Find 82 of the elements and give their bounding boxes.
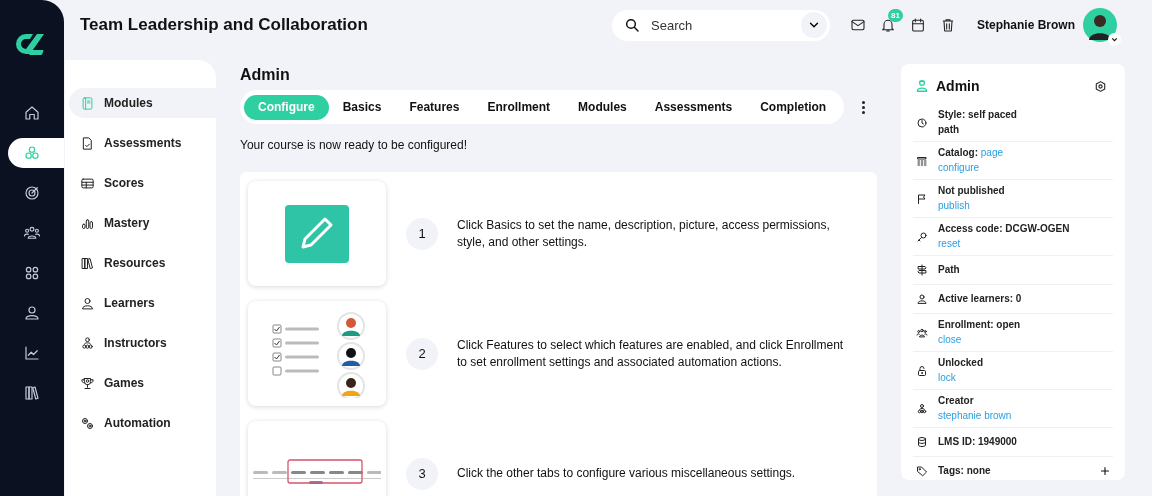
instructor-icon [916,402,928,415]
step-text: Click Basics to set the name, description, picture, access permissions, style, and other settings. [457,216,831,251]
sidebar-item[interactable]: Mastery [69,208,216,238]
chevron-down-icon[interactable] [1108,33,1121,46]
person-icon [80,295,95,311]
info-text: LMS ID: 1949000 [938,434,1018,449]
settings-button[interactable] [1094,79,1107,93]
info-text: Not published [938,184,1006,198]
search-bar[interactable]: Search [612,9,830,41]
info-text: Active learners: 0 [938,291,1023,306]
info-text: Catalog: page [938,146,1005,160]
mail-icon [850,17,866,33]
nav-rail-item[interactable] [8,138,64,168]
sidebar-item[interactable]: Resources [69,248,216,278]
cubes-icon [23,144,41,162]
unlock-icon [916,364,928,377]
grid-icon [23,264,41,282]
chart-icon [23,344,41,362]
flag-icon [916,192,928,205]
sidebar-item[interactable]: Automation [69,408,216,438]
info-text: path [938,122,961,137]
search-dropdown-button[interactable] [801,12,827,38]
info-text: Enrollment: open [938,318,1022,332]
step-number: 2 [406,337,438,370]
notifications-button[interactable] [880,17,896,33]
books-icon [23,384,41,402]
page-heading: Admin [240,66,291,84]
trash-icon [940,17,956,33]
course-title: Team Leadership and Collaboration [80,15,369,35]
bell-icon [880,17,896,33]
sidebar-item[interactable]: Learners [69,288,216,318]
calendar-icon [910,17,926,33]
document-icon [80,135,95,151]
gears-icon [80,415,95,431]
tab[interactable]: Completion [746,94,841,120]
sidebar-item[interactable]: Games [69,368,216,398]
step-text: Click Features to select which features are enabled, and click Enrollment to set enrollment settings and associated automation actions. [457,336,845,371]
status-message: Your course is now ready to be configured! [240,138,469,152]
info-text: Tags: none [938,463,992,478]
tab[interactable]: Features [395,94,474,120]
books-icon [80,255,95,271]
admin-icon [915,79,929,93]
calendar-button[interactable] [910,17,926,33]
notification-count: 81 [888,9,903,22]
add-button[interactable] [1099,465,1111,477]
tab[interactable]: Assessments [640,94,747,120]
step-text: Click the other tabs to configure various miscellaneous settings. [457,465,797,482]
sidebar-item[interactable]: Assessments [69,128,216,158]
user-name: Stephanie Brown [977,18,1075,32]
info-text: Access code: DCGW-OGEN [938,222,1071,236]
panel-title: Admin [936,78,981,94]
info-text: Unlocked [938,356,984,370]
info-text: Creator [938,394,975,408]
mail-button[interactable] [850,17,866,33]
table-icon [80,175,95,191]
tag-icon [916,465,928,477]
settings-icon [1094,79,1107,93]
instructor-icon [80,335,95,351]
tab[interactable]: Modules [564,94,641,120]
person-icon [23,304,41,322]
search-field[interactable]: Search [649,16,792,34]
step-number: 1 [406,217,438,250]
info-text: Style: self paced [938,108,1018,122]
tab[interactable]: Basics [328,94,396,120]
info-text: Path [938,262,961,277]
person-icon [916,293,928,305]
target-icon [23,184,41,202]
search-icon [624,17,640,33]
add-icon [1099,465,1111,477]
database-icon [916,436,928,448]
book-icon [80,95,95,111]
step-number: 3 [406,457,438,490]
sidebar-item[interactable]: Modules [69,88,216,118]
trophy-icon [80,375,95,391]
trash-button[interactable] [940,17,956,33]
sidebar-item[interactable]: Instructors [69,328,216,358]
home-icon [23,104,41,122]
pencil-icon [285,204,349,263]
sidebar-item[interactable]: Scores [69,168,216,198]
clock-icon [916,116,928,129]
tab[interactable]: Enrollment [473,94,565,120]
signpost-icon [916,264,928,276]
